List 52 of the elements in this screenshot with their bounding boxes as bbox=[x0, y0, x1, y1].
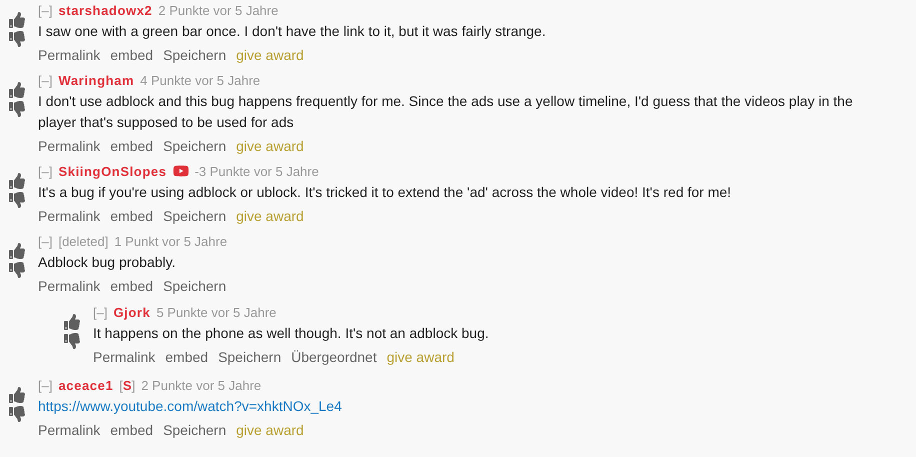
action-link[interactable]: Permalink bbox=[38, 208, 100, 224]
action-link[interactable]: embed bbox=[110, 278, 154, 294]
comment-score: -3 Punkte vor 5 Jahre bbox=[194, 164, 319, 178]
action-link[interactable]: Permalink bbox=[38, 47, 100, 63]
comment-text: Adblock bug probably. bbox=[38, 253, 176, 272]
action-link[interactable]: Speichern bbox=[163, 208, 226, 224]
comment-author[interactable]: starshadowx2 bbox=[58, 2, 152, 18]
thumbs-up-icon[interactable] bbox=[9, 387, 25, 403]
thumbs-down-icon[interactable] bbox=[9, 406, 25, 422]
action-link[interactable]: Speichern bbox=[163, 422, 226, 438]
comment-score: 1 Punkt vor 5 Jahre bbox=[114, 234, 228, 248]
comment-link[interactable]: https://www.youtube.com/watch?v=xhktNOx_Le4 bbox=[38, 395, 342, 418]
submitter-tag: S bbox=[122, 378, 132, 392]
comment-score: 4 Punkte vor 5 Jahre bbox=[140, 72, 260, 88]
tag-bracket: [ bbox=[119, 378, 123, 392]
comment-author[interactable]: Gjork bbox=[113, 304, 150, 320]
thumbs-up-icon[interactable] bbox=[9, 82, 25, 98]
comment-text: It happens on the phone as well though. It's not an adblock bug. bbox=[93, 324, 490, 343]
thumbs-down-icon[interactable] bbox=[9, 192, 25, 208]
action-link[interactable]: embed bbox=[110, 138, 154, 154]
action-link[interactable]: Übergeordnet bbox=[291, 349, 377, 365]
thumbs-up-icon[interactable] bbox=[9, 173, 25, 189]
thumbs-up-icon[interactable] bbox=[64, 314, 80, 330]
action-link[interactable]: embed bbox=[110, 422, 154, 438]
thumbs-down-icon[interactable] bbox=[64, 333, 80, 349]
comment-score: 5 Punkte vor 5 Jahre bbox=[156, 304, 276, 320]
thumbs-down-icon[interactable] bbox=[9, 101, 25, 117]
action-link[interactable]: Speichern bbox=[163, 47, 226, 63]
action-link[interactable]: Permalink bbox=[38, 138, 100, 154]
action-link[interactable]: Speichern bbox=[218, 349, 282, 365]
comment-text: It's a bug if you're using adblock or ublock. It's tricked it to extend the 'ad' across the whole video! It's red for me! bbox=[38, 183, 732, 202]
action-link[interactable]: Permalink bbox=[93, 349, 156, 365]
comment-author[interactable]: aceace1 bbox=[58, 378, 114, 392]
thumbs-up-icon[interactable] bbox=[9, 12, 25, 28]
action-link[interactable]: embed bbox=[110, 47, 154, 63]
action-link[interactable]: Permalink bbox=[38, 422, 100, 438]
comment-score: 2 Punkte vor 5 Jahre bbox=[141, 378, 262, 392]
comment-author[interactable]: SkiingOnSlopes bbox=[58, 164, 167, 178]
comment-text: I saw one with a green bar once. I don't have the link to it, but it was fairly strange. bbox=[38, 22, 547, 41]
comment-author[interactable]: Waringham bbox=[58, 72, 134, 88]
thumbs-down-icon[interactable] bbox=[9, 31, 25, 47]
action-link[interactable]: Speichern bbox=[163, 278, 226, 294]
action-link[interactable]: Speichern bbox=[163, 138, 226, 154]
thumbs-down-icon[interactable] bbox=[9, 262, 25, 278]
thumbs-up-icon[interactable] bbox=[9, 243, 25, 259]
comment-score: 2 Punkte vor 5 Jahre bbox=[158, 2, 278, 18]
action-link[interactable]: embed bbox=[165, 349, 208, 365]
tag-bracket: ] bbox=[132, 378, 136, 392]
comment-text: I don't use adblock and this bug happens frequently for me. Since the ads use a yellow timeline, I'd guess that the videos play in the player that's supposed to be used for ads bbox=[38, 92, 854, 132]
action-link[interactable]: Permalink bbox=[38, 278, 100, 294]
comment-author: [deleted] bbox=[58, 234, 108, 248]
action-link[interactable]: embed bbox=[110, 208, 154, 224]
